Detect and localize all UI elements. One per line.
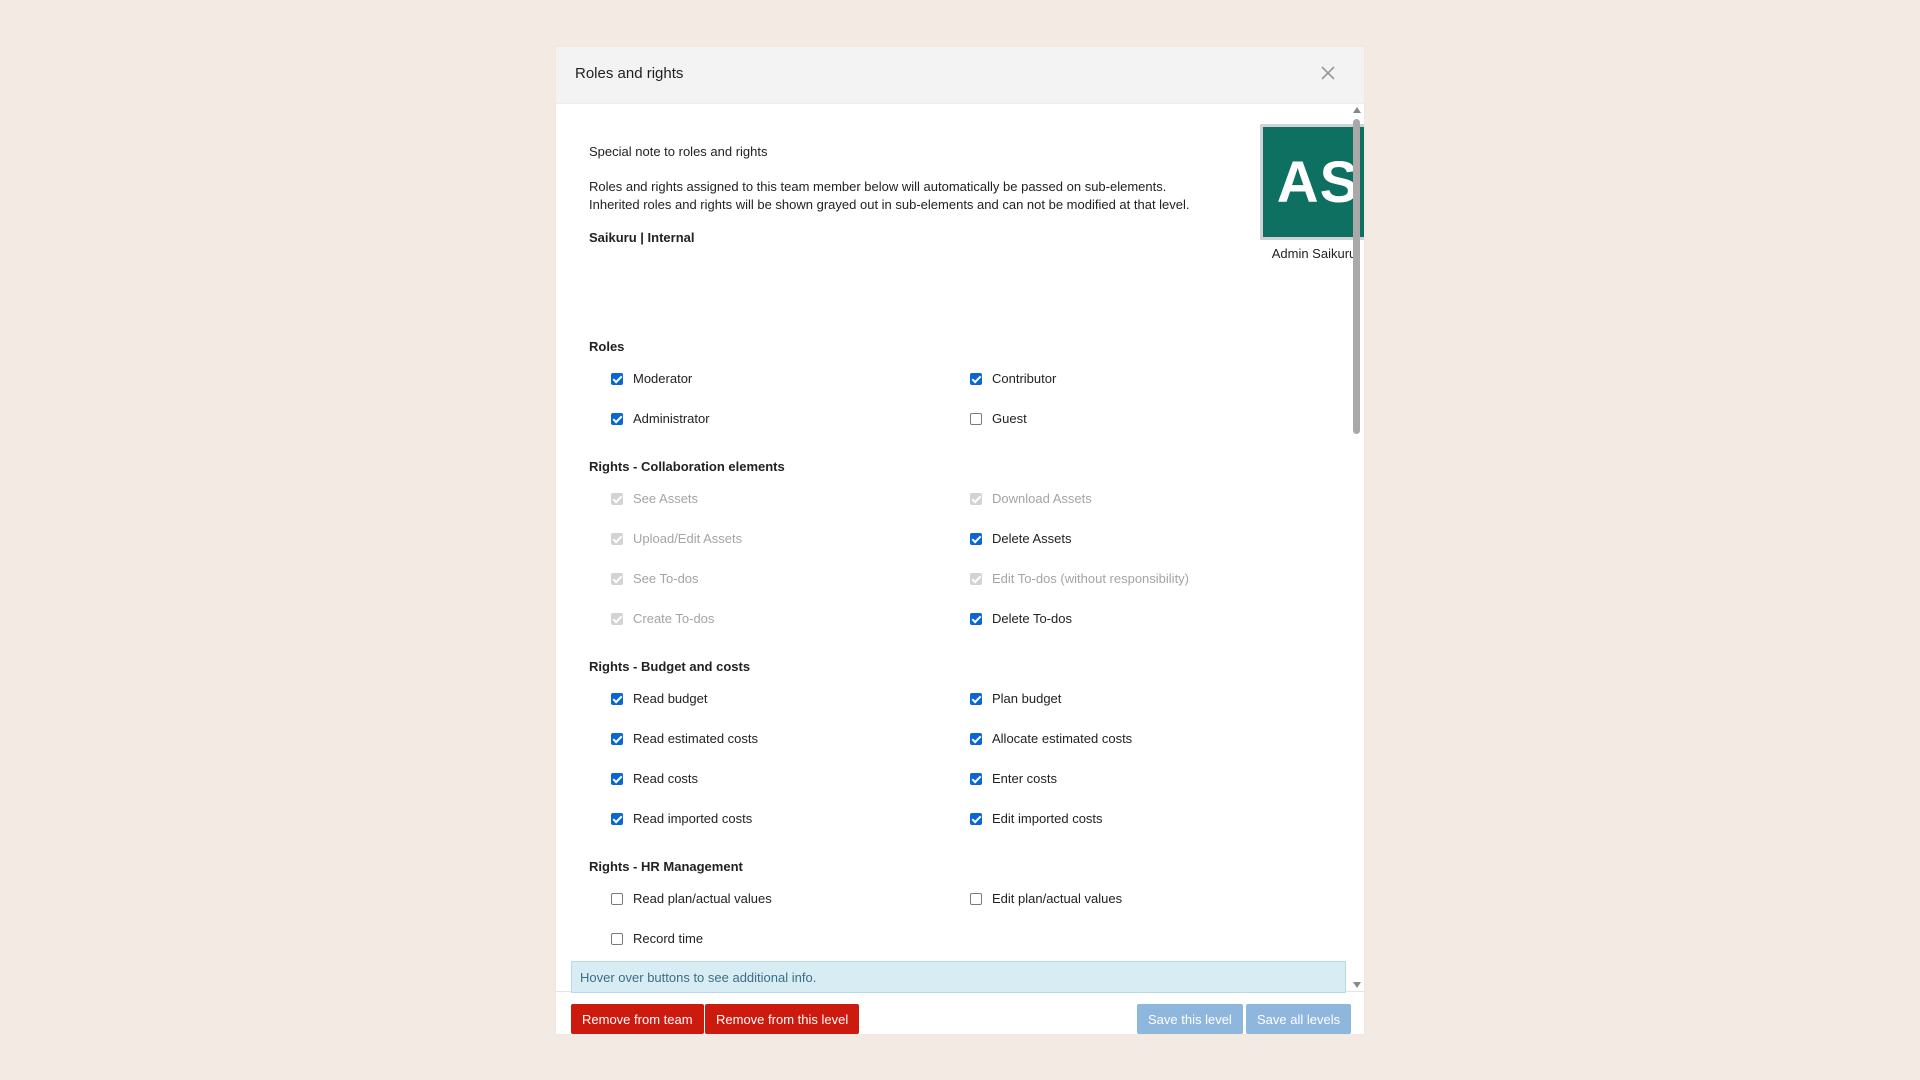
checkbox-see-todos[interactable]: See To-dos (611, 571, 699, 586)
section-title-collaboration: Rights - Collaboration elements (589, 459, 785, 474)
checkbox-delete-assets[interactable]: Delete Assets (970, 531, 1072, 546)
checkbox-read-plan-actual[interactable]: Read plan/actual values (611, 891, 772, 906)
checkbox-label: Edit imported costs (992, 811, 1103, 826)
dialog-header: Roles and rights (556, 47, 1364, 104)
checkbox-box[interactable] (970, 772, 982, 785)
checkbox-box[interactable] (611, 372, 623, 385)
checkbox-delete-todos[interactable]: Delete To-dos (970, 611, 1072, 626)
checkbox-administrator[interactable]: Administrator (611, 411, 710, 426)
info-message: Hover over buttons to see additional inf… (571, 961, 1346, 993)
checkbox-box[interactable] (611, 812, 623, 825)
checkbox-box[interactable] (970, 692, 982, 705)
checkbox-label: Administrator (633, 411, 710, 426)
checkbox-label: Edit To-dos (without responsibility) (992, 571, 1190, 586)
checkbox-edit-todos[interactable]: Edit To-dos (without responsibility) (970, 571, 1189, 586)
checkbox-label: Download Assets (992, 491, 1092, 506)
checkbox-read-costs[interactable]: Read costs (611, 771, 698, 786)
remove-from-level-button[interactable]: Remove from this level (705, 1004, 860, 1034)
note-text-line-1: Roles and rights assigned to this team m… (589, 179, 1167, 194)
checkbox-label: Contributor (992, 371, 1057, 386)
checkbox-label: Read costs (633, 771, 699, 786)
roles-rights-dialog: Roles and rights Special note to roles a… (556, 47, 1364, 1034)
checkbox-box[interactable] (970, 372, 982, 385)
checkbox-box[interactable] (611, 692, 623, 705)
checkbox-box[interactable] (970, 812, 982, 825)
close-icon[interactable] (1316, 61, 1340, 85)
section-title-hr: Rights - HR Management (589, 859, 743, 874)
scroll-down-arrow-icon[interactable] (1353, 982, 1361, 988)
checkbox-allocate-estimated-costs[interactable]: Allocate estimated costs (970, 731, 1132, 746)
remove-from-team-button[interactable]: Remove from team (571, 1004, 704, 1034)
checkbox-record-time[interactable]: Record time (611, 931, 703, 946)
checkbox-box[interactable] (970, 612, 982, 625)
scroll-thumb[interactable] (1353, 119, 1360, 434)
checkbox-contributor[interactable]: Contributor (970, 371, 1056, 386)
save-this-level-button[interactable]: Save this level (1137, 1004, 1243, 1034)
checkbox-box[interactable] (970, 892, 982, 905)
section-title-budget: Rights - Budget and costs (589, 659, 751, 674)
checkbox-label: Allocate estimated costs (992, 731, 1133, 746)
checkbox-box[interactable] (611, 412, 623, 425)
checkbox-label: Delete Assets (992, 531, 1072, 546)
checkbox-read-estimated-costs[interactable]: Read estimated costs (611, 731, 758, 746)
avatar: AS (1260, 124, 1364, 240)
checkbox-box[interactable] (611, 892, 623, 905)
note-title: Special note to roles and rights (589, 144, 768, 159)
checkbox-guest[interactable]: Guest (970, 411, 1027, 426)
checkbox-label: Upload/Edit Assets (633, 531, 743, 546)
checkbox-label: Create To-dos (633, 611, 715, 626)
checkbox-label: Read estimated costs (633, 731, 759, 746)
checkbox-box[interactable] (970, 492, 982, 505)
checkbox-label: See Assets (633, 491, 699, 506)
save-all-levels-button[interactable]: Save all levels (1246, 1004, 1352, 1034)
note-text-line-2: Inherited roles and rights will be shown… (589, 197, 1190, 212)
scroll-up-arrow-icon[interactable] (1353, 107, 1361, 113)
checkbox-box[interactable] (970, 412, 982, 425)
dialog-body: Special note to roles and rights Roles a… (556, 104, 1364, 992)
user-card: AS Admin Saikuru (1249, 124, 1364, 261)
checkbox-plan-budget[interactable]: Plan budget (970, 691, 1061, 706)
checkbox-box[interactable] (611, 932, 623, 945)
checkbox-box[interactable] (611, 732, 623, 745)
checkbox-edit-plan-actual[interactable]: Edit plan/actual values (970, 891, 1122, 906)
checkbox-label: Moderator (633, 371, 693, 386)
section-title-roles: Roles (589, 339, 625, 354)
checkbox-box[interactable] (970, 732, 982, 745)
checkbox-label: Record time (633, 931, 704, 946)
checkbox-box[interactable] (611, 772, 623, 785)
checkbox-enter-costs[interactable]: Enter costs (970, 771, 1057, 786)
checkbox-label: Read budget (633, 691, 708, 706)
checkbox-label: Delete To-dos (992, 611, 1072, 626)
checkbox-box[interactable] (611, 492, 623, 505)
checkbox-label: Edit plan/actual values (992, 891, 1123, 906)
checkbox-edit-imported-costs[interactable]: Edit imported costs (970, 811, 1103, 826)
checkbox-label: See To-dos (633, 571, 699, 586)
team-name: Saikuru | Internal (589, 230, 695, 245)
checkbox-download-assets[interactable]: Download Assets (970, 491, 1092, 506)
checkbox-box[interactable] (970, 532, 982, 545)
checkbox-box[interactable] (611, 572, 623, 585)
checkbox-read-imported-costs[interactable]: Read imported costs (611, 811, 752, 826)
checkbox-upload-edit-assets[interactable]: Upload/Edit Assets (611, 531, 742, 546)
scrollbar[interactable] (1352, 104, 1362, 991)
checkbox-label: Read plan/actual values (633, 891, 772, 906)
checkbox-label: Read imported costs (633, 811, 753, 826)
user-name: Admin Saikuru (1271, 246, 1357, 261)
checkbox-label: Enter costs (992, 771, 1058, 786)
checkbox-read-budget[interactable]: Read budget (611, 691, 707, 706)
checkbox-label: Plan budget (992, 691, 1062, 706)
checkbox-create-todos[interactable]: Create To-dos (611, 611, 714, 626)
checkbox-box[interactable] (970, 572, 982, 585)
checkbox-box[interactable] (611, 612, 623, 625)
checkbox-see-assets[interactable]: See Assets (611, 491, 698, 506)
checkbox-moderator[interactable]: Moderator (611, 371, 692, 386)
checkbox-label: Guest (992, 411, 1027, 426)
dialog-title: Roles and rights (575, 65, 684, 82)
checkbox-box[interactable] (611, 532, 623, 545)
